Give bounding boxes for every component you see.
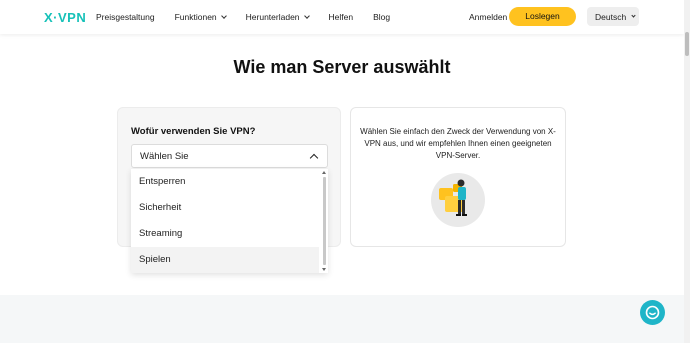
dropdown-option-gaming[interactable]: Spielen bbox=[131, 247, 319, 273]
dropdown-option-unblock[interactable]: Entsperren bbox=[131, 169, 319, 195]
scroll-up-arrow-icon[interactable] bbox=[322, 171, 326, 174]
language-label: Deutsch bbox=[595, 11, 627, 22]
nav-item-help[interactable]: Helfen bbox=[329, 12, 354, 22]
dropdown-option-security[interactable]: Sicherheit bbox=[131, 195, 319, 221]
nav-item-label: Preisgestaltung bbox=[96, 12, 155, 22]
page-scrollbar-thumb[interactable] bbox=[685, 32, 689, 56]
chevron-down-icon bbox=[631, 13, 636, 18]
chevron-down-icon bbox=[303, 13, 310, 19]
illustration-person-icon bbox=[431, 173, 485, 227]
purpose-select-value: Wählen Sie bbox=[140, 150, 189, 162]
main-nav: Preisgestaltung Funktionen Herunterladen… bbox=[96, 12, 410, 22]
info-description: Wählen Sie einfach den Zweck der Verwend… bbox=[360, 127, 556, 160]
nav-item-label: Funktionen bbox=[174, 12, 217, 22]
footer-section bbox=[0, 295, 684, 343]
scroll-down-arrow-icon[interactable] bbox=[322, 268, 326, 271]
nav-item-pricing[interactable]: Preisgestaltung bbox=[96, 12, 155, 22]
purpose-question: Wofür verwenden Sie VPN? bbox=[131, 126, 256, 137]
chevron-up-icon bbox=[309, 153, 319, 163]
chat-icon[interactable] bbox=[640, 300, 665, 325]
nav-item-label: Herunterladen bbox=[245, 12, 300, 22]
login-link[interactable]: Anmelden bbox=[469, 12, 507, 22]
nav-item-label: Helfen bbox=[328, 12, 354, 22]
nav-item-blog[interactable]: Blog bbox=[373, 12, 390, 22]
nav-item-features[interactable]: Funktionen bbox=[174, 12, 227, 22]
dropdown-scrollbar-thumb[interactable] bbox=[323, 177, 326, 265]
language-selector[interactable]: Deutsch bbox=[587, 7, 639, 26]
top-navbar: X·VPN Preisgestaltung Funktionen Herunte… bbox=[0, 0, 684, 34]
section-title: Wie man Server auswählt bbox=[233, 57, 451, 77]
get-started-button[interactable]: Loslegen bbox=[509, 7, 576, 26]
purpose-select[interactable]: Wählen Sie bbox=[131, 144, 328, 168]
dropdown-option-streaming[interactable]: Streaming bbox=[131, 221, 319, 247]
nav-item-label: Blog bbox=[373, 12, 391, 22]
chevron-down-icon bbox=[220, 13, 227, 19]
nav-item-download[interactable]: Herunterladen bbox=[245, 12, 310, 22]
purpose-dropdown-list: Entsperren Sicherheit Streaming Spielen bbox=[131, 169, 328, 273]
dropdown-scrollbar[interactable] bbox=[320, 169, 328, 273]
logo[interactable]: X·VPN bbox=[44, 10, 86, 25]
page-scrollbar[interactable] bbox=[684, 0, 690, 343]
